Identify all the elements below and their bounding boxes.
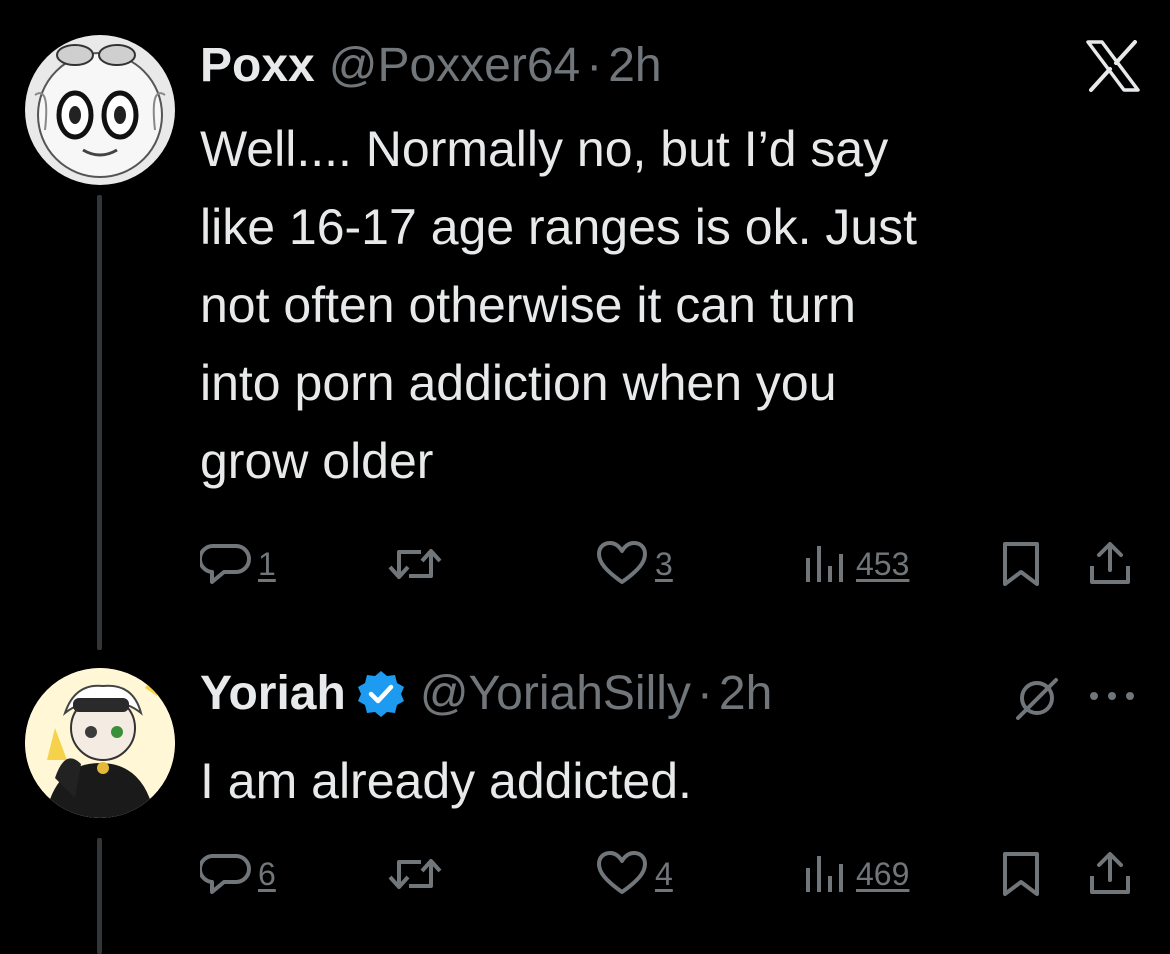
views-chart-icon <box>806 546 843 582</box>
user-handle[interactable]: @YoriahSilly <box>420 666 691 722</box>
reply-count: 1 <box>258 545 276 582</box>
reply-icon <box>200 853 251 894</box>
tweet-header: Poxx @Poxxer64 · 2h <box>200 38 662 94</box>
share-icon <box>1090 542 1130 584</box>
display-name[interactable]: Poxx <box>200 38 315 94</box>
heart-icon <box>597 851 647 894</box>
tweet-thread: Poxx @Poxxer64 · 2h Well.... Normally no… <box>0 0 1170 954</box>
heart-icon <box>597 541 647 584</box>
share-button[interactable] <box>1085 850 1135 898</box>
tweet-text: Well.... Normally no, but I’d say like 1… <box>200 121 918 489</box>
separator-dot: · <box>586 39 603 92</box>
tweet-text: I am already addicted. <box>200 753 692 809</box>
retweet-icon <box>388 859 442 889</box>
views-count: 453 <box>856 545 910 582</box>
views-button[interactable]: 469 <box>800 850 909 898</box>
share-button[interactable] <box>1085 540 1135 588</box>
timestamp[interactable]: 2h <box>608 38 661 94</box>
reply-button[interactable]: 1 <box>200 540 276 588</box>
bookmark-button[interactable] <box>998 850 1044 898</box>
retweet-icon <box>388 549 442 579</box>
bookmark-button[interactable] <box>998 540 1044 588</box>
verified-badge-icon <box>357 671 404 717</box>
thread-connector-line <box>97 195 102 650</box>
like-button[interactable]: 3 <box>595 540 673 588</box>
separator-dot: · <box>696 667 713 720</box>
thread-connector-line <box>97 838 102 954</box>
like-count: 4 <box>655 855 673 892</box>
views-button[interactable]: 453 <box>800 540 909 588</box>
bookmark-icon <box>1003 542 1039 586</box>
tweet-header: Yoriah @YoriahSilly · 2h <box>200 666 772 722</box>
user-handle[interactable]: @Poxxer64 <box>329 38 581 94</box>
avatar[interactable] <box>25 35 175 185</box>
reply-count: 6 <box>258 855 276 892</box>
views-chart-icon <box>806 856 843 892</box>
reply-button[interactable]: 6 <box>200 850 276 898</box>
display-name[interactable]: Yoriah <box>200 666 346 722</box>
like-button[interactable]: 4 <box>595 850 673 898</box>
tweet-actions-bar: 6 4 469 <box>200 850 1140 900</box>
share-icon <box>1090 852 1130 894</box>
like-count: 3 <box>655 545 673 582</box>
retweet-button[interactable] <box>385 540 451 588</box>
tweet-actions-bar: 1 3 453 <box>200 540 1140 590</box>
more-icon[interactable] <box>1085 684 1139 713</box>
views-count: 469 <box>856 855 910 892</box>
reply-icon <box>200 543 251 584</box>
bookmark-icon <box>1003 852 1039 896</box>
timestamp[interactable]: 2h <box>719 666 772 722</box>
x-logo-icon[interactable] <box>1085 40 1141 97</box>
avatar[interactable] <box>25 668 175 818</box>
grok-icon[interactable] <box>1012 674 1062 727</box>
retweet-button[interactable] <box>385 850 451 898</box>
